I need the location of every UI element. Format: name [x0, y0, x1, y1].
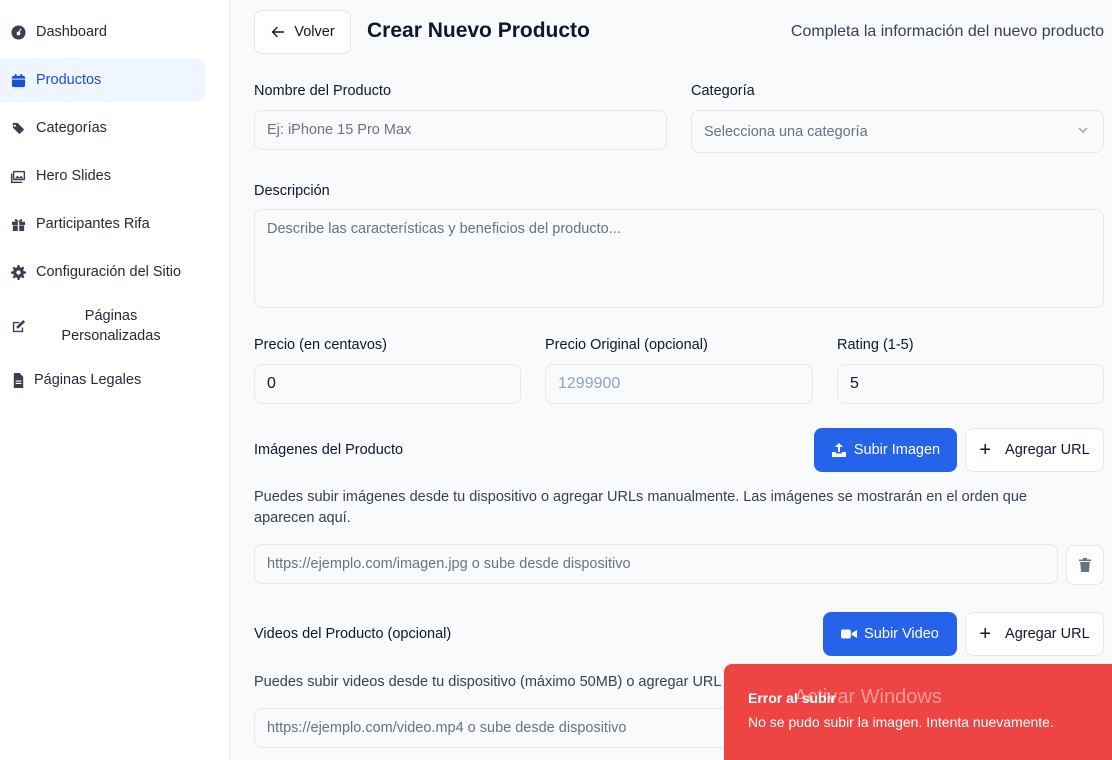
toast-title: Error al subir — [748, 690, 836, 706]
rating-input-value: 5 — [850, 375, 859, 392]
videos-help-text: Puedes subir videos desde tu dispositivo… — [254, 674, 722, 690]
sidebar-item-participantes-rifa[interactable]: Participantes Rifa — [0, 202, 205, 246]
name-input-placeholder: Ej: iPhone 15 Pro Max — [267, 122, 412, 138]
category-label: Categoría — [691, 83, 755, 99]
sidebar-item-hero-slides[interactable]: Hero Slides — [0, 154, 205, 198]
price-input-value: 0 — [267, 375, 276, 392]
gear-icon — [10, 264, 26, 280]
chevron-down-icon — [1078, 127, 1088, 133]
videos-label: Videos del Producto (opcional) — [254, 626, 452, 642]
price-label: Precio (en centavos) — [254, 337, 387, 353]
upload-image-label: Subir Imagen — [853, 442, 941, 458]
images-icon — [10, 168, 26, 184]
sidebar-item-label: Dashboard — [36, 24, 107, 40]
original-price-label: Precio Original (opcional) — [545, 337, 708, 353]
upload-video-label: Subir Video — [864, 626, 939, 642]
rating-input[interactable]: 5 — [837, 364, 1104, 404]
upload-image-button[interactable]: Subir Imagen — [814, 428, 957, 472]
sidebar-item-label: Categorías — [36, 120, 107, 136]
page-title: Crear Nuevo Producto — [367, 19, 590, 42]
sidebar-item-categorias[interactable]: Categorías — [0, 106, 205, 150]
calendar-icon — [10, 72, 26, 88]
sidebar-item-paginas-legales[interactable]: Páginas Legales — [0, 358, 205, 402]
delete-image-button[interactable] — [1066, 545, 1104, 585]
video-url-input[interactable]: https://ejemplo.com/video.mp4 o sube des… — [254, 708, 774, 748]
sidebar-item-configuracion[interactable]: Configuración del Sitio — [0, 250, 205, 294]
category-select[interactable]: Selecciona una categoría — [691, 110, 1104, 153]
main-content: Volver Crear Nuevo Producto Completa la … — [230, 0, 1112, 760]
upload-video-button[interactable]: Subir Video — [823, 612, 957, 656]
images-label: Imágenes del Producto — [254, 442, 404, 458]
add-image-url-label: Agregar URL — [1005, 442, 1090, 458]
category-select-value: Selecciona una categoría — [704, 123, 868, 140]
add-image-url-button[interactable]: + Agregar URL — [965, 428, 1104, 472]
gift-icon — [10, 216, 26, 232]
original-price-input[interactable]: 1299900 — [545, 364, 813, 404]
add-video-url-label: Agregar URL — [1005, 626, 1090, 642]
video-url-placeholder: https://ejemplo.com/video.mp4 o sube des… — [267, 720, 627, 736]
sidebar-item-productos[interactable]: Productos — [0, 58, 205, 102]
description-textarea[interactable]: Describe las características y beneficio… — [254, 209, 1104, 308]
arrow-left-icon — [271, 26, 285, 38]
toast-message: No se pudo subir la imagen. Intenta nuev… — [748, 714, 1054, 730]
add-video-url-button[interactable]: + Agregar URL — [965, 612, 1104, 656]
original-price-placeholder: 1299900 — [558, 375, 621, 392]
description-placeholder: Describe las características y beneficio… — [267, 221, 621, 237]
rating-label: Rating (1-5) — [837, 337, 914, 353]
sidebar-item-label: Páginas Personalizadas — [61, 308, 161, 344]
name-input[interactable]: Ej: iPhone 15 Pro Max — [254, 110, 667, 150]
sidebar-item-label: Productos — [36, 72, 102, 88]
edit-icon — [10, 318, 26, 334]
image-url-input[interactable]: https://ejemplo.com/imagen.jpg o sube de… — [254, 544, 1058, 584]
name-label: Nombre del Producto — [254, 83, 392, 99]
back-button[interactable]: Volver — [254, 10, 351, 54]
image-url-placeholder: https://ejemplo.com/imagen.jpg o sube de… — [267, 556, 631, 572]
sidebar-item-paginas-personalizadas[interactable]: Páginas Personalizadas — [0, 304, 205, 348]
images-help-text: Puedes subir imágenes desde tu dispositi… — [254, 489, 1027, 526]
file-icon — [10, 372, 26, 388]
sidebar-item-label: Participantes Rifa — [36, 216, 150, 232]
sidebar-item-label: Hero Slides — [36, 168, 111, 184]
sidebar-item-dashboard[interactable]: Dashboard — [0, 10, 205, 54]
video-camera-icon — [841, 629, 858, 639]
plus-icon: + — [979, 439, 992, 461]
sidebar-item-label: Páginas Legales — [34, 372, 142, 388]
error-toast[interactable]: Error al subir No se pudo subir la image… — [724, 664, 1112, 760]
trash-icon — [1079, 558, 1091, 572]
description-label: Descripción — [254, 183, 330, 199]
tags-icon — [10, 120, 26, 136]
upload-icon — [831, 443, 846, 457]
page-subtitle: Completa la información del nuevo produc… — [790, 23, 1104, 40]
sidebar-item-label: Configuración del Sitio — [36, 264, 182, 280]
plus-icon: + — [979, 623, 992, 645]
back-button-label: Volver — [294, 24, 335, 40]
dashboard-icon — [10, 24, 26, 40]
price-input[interactable]: 0 — [254, 364, 521, 404]
sidebar: Dashboard Productos Categorías Hero Slid… — [0, 0, 230, 760]
